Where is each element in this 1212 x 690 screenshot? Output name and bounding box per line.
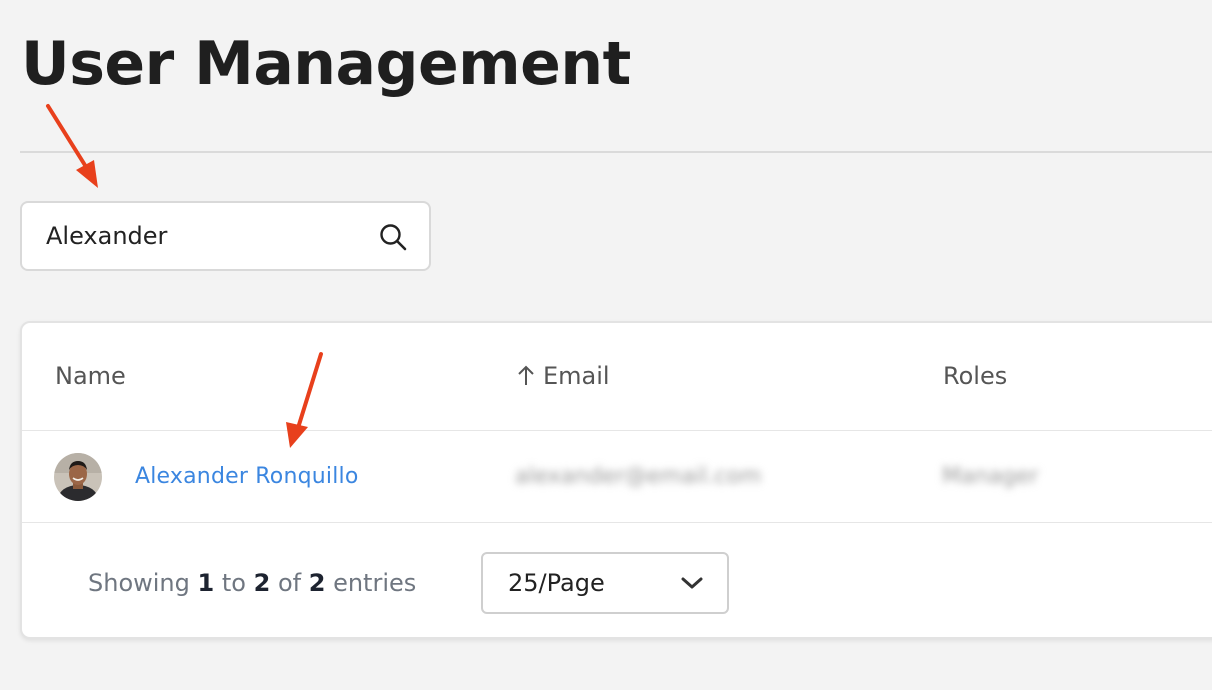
column-header-email[interactable]: Email xyxy=(517,323,610,430)
entries-of-word: of xyxy=(277,569,302,597)
search-icon[interactable] xyxy=(378,222,408,252)
chevron-down-icon[interactable] xyxy=(679,574,705,592)
entries-prefix: Showing xyxy=(88,569,190,597)
sort-ascending-icon[interactable] xyxy=(517,364,535,386)
user-name-link[interactable]: Alexander Ronquillo xyxy=(135,431,359,522)
table-footer: Showing 1 to 2 of 2 entries 25/Page xyxy=(22,523,1212,637)
users-table: Name Email Roles Alexander Ronquillo ale… xyxy=(20,321,1212,639)
entries-total: 2 xyxy=(308,569,326,597)
search-input[interactable] xyxy=(46,203,366,269)
search-box[interactable] xyxy=(20,201,431,271)
page-title: User Management xyxy=(21,29,631,99)
user-role: Manager xyxy=(942,464,1039,489)
entries-to-word: to xyxy=(221,569,246,597)
page-size-value: 25/Page xyxy=(508,569,605,597)
annotation-arrow-search xyxy=(46,104,98,188)
entries-summary: Showing 1 to 2 of 2 entries xyxy=(88,523,417,637)
entries-suffix: entries xyxy=(333,569,417,597)
entries-to: 2 xyxy=(253,569,271,597)
column-header-roles[interactable]: Roles xyxy=(943,323,1007,430)
user-email: alexander@email.com xyxy=(515,464,762,489)
table-row[interactable]: Alexander Ronquillo alexander@email.com … xyxy=(22,431,1212,523)
avatar xyxy=(54,453,102,501)
column-header-name[interactable]: Name xyxy=(55,323,126,430)
title-divider xyxy=(20,151,1212,153)
avatar-photo-icon xyxy=(54,453,102,501)
page-size-select[interactable]: 25/Page xyxy=(481,552,729,614)
entries-from: 1 xyxy=(197,569,215,597)
table-header: Name Email Roles xyxy=(22,323,1212,431)
column-header-email-label: Email xyxy=(543,362,610,390)
